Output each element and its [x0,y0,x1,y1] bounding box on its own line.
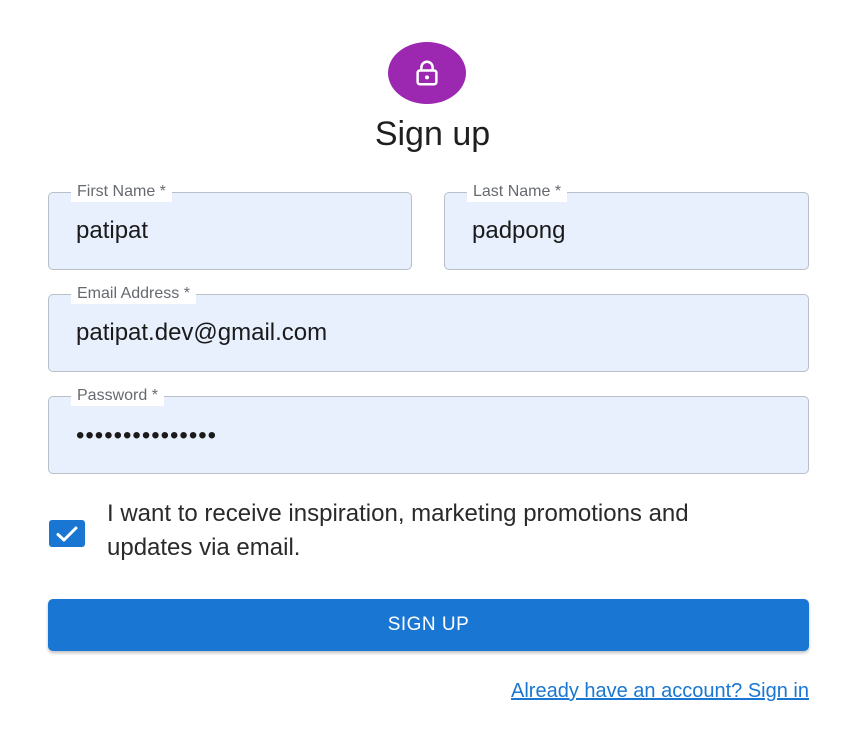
email-field[interactable]: Email Address * patipat.dev@gmail.com [48,284,809,372]
password-label: Password * [71,386,164,406]
last-name-field[interactable]: Last Name * padpong [444,182,809,270]
page-title: Sign up [374,115,491,153]
last-name-value[interactable]: padpong [472,216,565,246]
avatar [388,42,466,104]
email-label: Email Address * [71,284,196,304]
sign-in-link[interactable]: Already have an account? Sign in [511,678,809,704]
sign-up-button[interactable]: SIGN UP [48,599,809,651]
first-name-label: First Name * [71,182,172,202]
email-value[interactable]: patipat.dev@gmail.com [76,318,327,348]
marketing-opt-in-label[interactable]: I want to receive inspiration, marketing… [107,497,727,565]
checkmark-icon [56,526,78,541]
password-field[interactable]: Password * ••••••••••••••• [48,386,809,474]
marketing-opt-in-checkbox[interactable] [49,520,85,547]
first-name-value[interactable]: patipat [76,216,148,246]
first-name-field[interactable]: First Name * patipat [48,182,412,270]
lock-icon [416,60,438,86]
password-value[interactable]: ••••••••••••••• [76,421,217,451]
last-name-label: Last Name * [467,182,568,202]
